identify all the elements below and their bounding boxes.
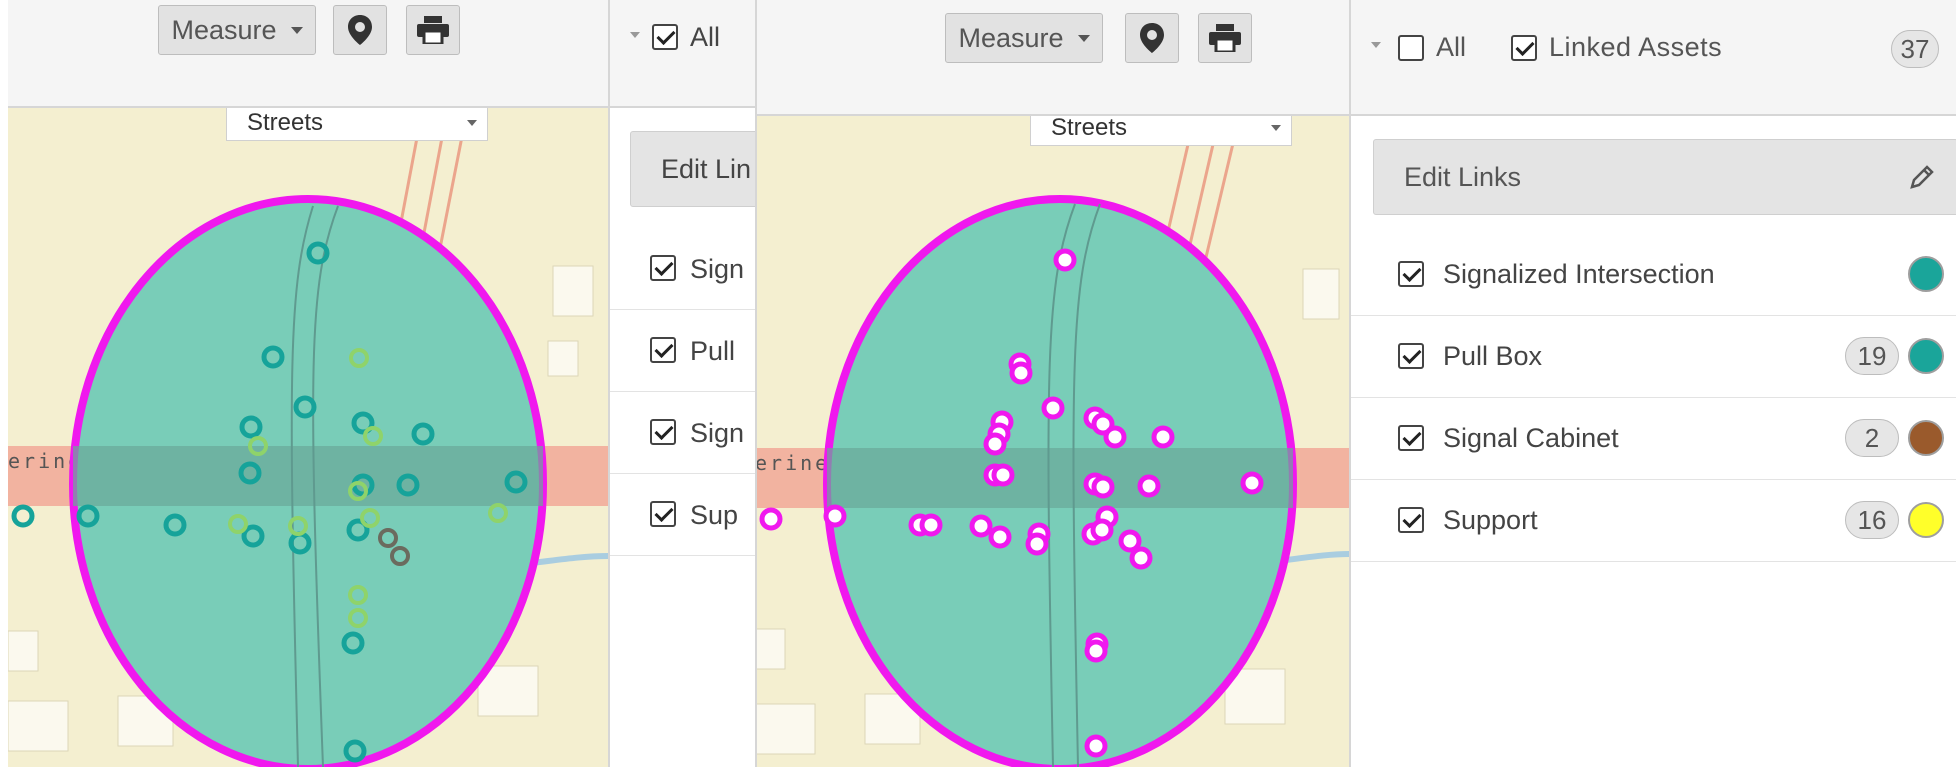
- caret-down-icon: [467, 120, 477, 126]
- layer-row[interactable]: Pull Box 19: [1351, 316, 1956, 398]
- layer-row[interactable]: Signalized Intersection: [1351, 234, 1956, 316]
- left-layer-panel: All Edit Lin Sign Pull Sign Sup: [608, 0, 755, 767]
- layer-checkbox[interactable]: [650, 501, 676, 527]
- print-button[interactable]: [406, 5, 460, 55]
- all-label: All: [690, 22, 721, 52]
- caret-down-icon: [1271, 125, 1281, 131]
- layer-label: Pull Box: [1443, 341, 1543, 371]
- all-checkbox[interactable]: [652, 24, 678, 50]
- edit-links-button[interactable]: Edit Lin: [630, 131, 755, 207]
- layer-count-value: 2: [1864, 422, 1880, 453]
- right-map[interactable]: erine Rd: [755, 114, 1349, 767]
- chevron-down-icon: [1077, 34, 1090, 42]
- measure-button[interactable]: Measure: [945, 13, 1103, 63]
- basemap-select[interactable]: Streets: [226, 103, 488, 141]
- basemap-select-label: Streets: [247, 109, 324, 136]
- layer-checkbox[interactable]: [1398, 261, 1424, 287]
- location-button[interactable]: [333, 5, 387, 55]
- right-layer-panel-header: All Linked Assets 37: [1351, 0, 1956, 116]
- location-button[interactable]: [1125, 13, 1179, 63]
- all-label: All: [1436, 32, 1467, 62]
- layer-checkbox[interactable]: [650, 255, 676, 281]
- layer-count-value: 19: [1857, 340, 1887, 371]
- layer-checkbox[interactable]: [1398, 507, 1424, 533]
- chevron-down-icon: [290, 26, 303, 34]
- layer-row[interactable]: Sign: [610, 392, 755, 474]
- edit-links-label: Edit Lin: [661, 154, 752, 184]
- layer-label: Sign: [690, 254, 745, 284]
- map-marker-icon: [1140, 23, 1164, 53]
- linked-assets-count-value: 37: [1900, 33, 1930, 64]
- layer-count: 16: [1845, 501, 1899, 539]
- linked-assets-label: Linked Assets: [1549, 32, 1723, 62]
- layer-color-swatch: [1908, 338, 1944, 374]
- layer-checkbox[interactable]: [1398, 425, 1424, 451]
- layer-checkbox[interactable]: [650, 337, 676, 363]
- layer-label: Sup: [690, 500, 739, 530]
- basemap-select-label: Streets: [1051, 114, 1128, 141]
- edit-links-button[interactable]: Edit Links: [1373, 139, 1956, 215]
- measure-button[interactable]: Measure: [158, 5, 316, 55]
- layer-count-value: 16: [1857, 504, 1887, 535]
- right-layer-panel: All Linked Assets 37 Edit Links Signaliz…: [1349, 0, 1956, 767]
- layer-label: Signal Cabinet: [1443, 423, 1619, 453]
- screenshot-divider: [755, 0, 757, 767]
- printer-icon: [1209, 24, 1241, 52]
- layer-label: Sign: [690, 418, 745, 448]
- left-map-toolbar: Measure: [8, 0, 608, 108]
- layer-label: Support: [1443, 505, 1538, 535]
- measure-button-label: Measure: [171, 14, 277, 45]
- layer-row[interactable]: Sup: [610, 474, 755, 556]
- pencil-icon[interactable]: [1909, 164, 1935, 190]
- layer-label: Pull: [690, 336, 736, 366]
- left-panel: erine Rd Streets Measure All Edit Lin Si…: [8, 0, 755, 767]
- right-panel: erine Rd Streets Measure All Linked Asse…: [755, 0, 1956, 767]
- printer-icon: [417, 16, 449, 44]
- layer-row[interactable]: Signal Cabinet 2: [1351, 398, 1956, 480]
- print-button[interactable]: [1198, 13, 1252, 63]
- layer-row[interactable]: Support 16: [1351, 480, 1956, 562]
- left-map[interactable]: erine Rd: [8, 106, 608, 767]
- caret-down-icon[interactable]: [630, 32, 640, 38]
- layer-label: Signalized Intersection: [1443, 259, 1715, 289]
- layer-checkbox[interactable]: [650, 419, 676, 445]
- all-checkbox[interactable]: [1398, 35, 1424, 61]
- layer-color-swatch: [1908, 502, 1944, 538]
- edit-links-label: Edit Links: [1404, 162, 1522, 192]
- map-marker-icon: [348, 15, 372, 45]
- layer-row[interactable]: Pull: [610, 310, 755, 392]
- layer-row[interactable]: Sign: [610, 228, 755, 310]
- layer-color-swatch: [1908, 420, 1944, 456]
- layer-count: 2: [1845, 419, 1899, 457]
- right-map-toolbar: Measure: [755, 0, 1349, 116]
- layer-checkbox[interactable]: [1398, 343, 1424, 369]
- linked-assets-checkbox[interactable]: [1511, 35, 1537, 61]
- left-layer-panel-header: All: [610, 0, 755, 108]
- measure-button-label: Measure: [958, 22, 1064, 53]
- layer-color-swatch: [1908, 256, 1944, 292]
- caret-down-icon[interactable]: [1371, 42, 1381, 48]
- layer-count: 19: [1845, 337, 1899, 375]
- linked-assets-count: 37: [1891, 30, 1939, 68]
